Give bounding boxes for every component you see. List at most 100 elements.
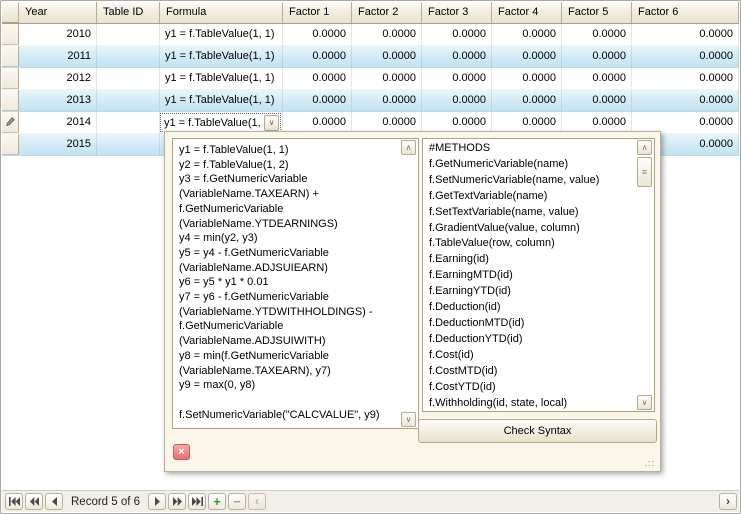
row-header-editing[interactable]: [2, 112, 19, 133]
prev-record-button[interactable]: [45, 493, 63, 510]
factor-cell[interactable]: 0.0000: [422, 24, 492, 45]
formula-editor-text[interactable]: y1 = f.TableValue(1, 1) y2 = f.TableValu…: [179, 143, 398, 424]
year-cell[interactable]: 2012: [19, 68, 97, 89]
factor-cell[interactable]: 0.0000: [283, 46, 352, 67]
method-item[interactable]: f.CostYTD(id): [423, 380, 636, 396]
table-id-cell[interactable]: [97, 134, 160, 155]
factor-cell[interactable]: 0.0000: [352, 90, 422, 111]
factor-cell[interactable]: 0.0000: [352, 24, 422, 45]
method-item[interactable]: f.DeductionMTD(id): [423, 316, 636, 332]
factor-cell[interactable]: 0.0000: [492, 90, 562, 111]
method-item[interactable]: f.EarningMTD(id): [423, 268, 636, 284]
method-item[interactable]: f.DeductionYTD(id): [423, 332, 636, 348]
last-record-button[interactable]: [188, 493, 206, 510]
formula-inline-editor[interactable]: y1 = f.TableValue(1,∨: [160, 113, 281, 132]
method-item[interactable]: f.Deduction(id): [423, 300, 636, 316]
column-header-factor-5[interactable]: Factor 5: [562, 2, 632, 23]
factor-cell[interactable]: 0.0000: [632, 112, 739, 133]
add-record-button[interactable]: +: [208, 493, 226, 510]
method-item[interactable]: f.GetNumericVariable(name): [423, 157, 636, 173]
factor-cell[interactable]: 0.0000: [492, 68, 562, 89]
scrollbar-thumb[interactable]: ≡: [637, 157, 652, 187]
delete-record-button[interactable]: −: [228, 493, 246, 510]
method-item[interactable]: f.CostMTD(id): [423, 364, 636, 380]
factor-cell[interactable]: 0.0000: [283, 68, 352, 89]
method-item[interactable]: f.Earning(id): [423, 252, 636, 268]
factor-cell[interactable]: 0.0000: [283, 112, 352, 133]
next-record-button[interactable]: [148, 493, 166, 510]
year-cell[interactable]: 2015: [19, 134, 97, 155]
row-header[interactable]: [2, 68, 19, 89]
method-item[interactable]: f.Cost(id): [423, 348, 636, 364]
factor-cell[interactable]: 0.0000: [632, 90, 739, 111]
formula-editor-value[interactable]: y1 = f.TableValue(1,: [161, 117, 264, 129]
horizontal-scroll-track[interactable]: [268, 493, 717, 510]
formula-cell-editing[interactable]: y1 = f.TableValue(1,∨: [160, 112, 283, 133]
scroll-left-button[interactable]: ‹: [248, 493, 266, 510]
table-row[interactable]: 2011y1 = f.TableValue(1, 1)0.00000.00000…: [2, 46, 739, 68]
column-header-factor-2[interactable]: Factor 2: [352, 2, 422, 23]
column-header-factor-1[interactable]: Factor 1: [283, 2, 352, 23]
year-cell[interactable]: 2014: [19, 112, 97, 133]
factor-cell[interactable]: 0.0000: [632, 46, 739, 67]
scroll-down-icon[interactable]: ∨: [401, 412, 416, 427]
table-id-cell[interactable]: [97, 24, 160, 45]
factor-cell[interactable]: 0.0000: [632, 68, 739, 89]
formula-editor-textarea[interactable]: y1 = f.TableValue(1, 1) y2 = f.TableValu…: [172, 138, 419, 429]
factor-cell[interactable]: 0.0000: [422, 68, 492, 89]
factor-cell[interactable]: 0.0000: [283, 90, 352, 111]
resize-grip[interactable]: .::: [644, 458, 655, 468]
factor-cell[interactable]: 0.0000: [352, 112, 422, 133]
formula-cell[interactable]: y1 = f.TableValue(1, 1): [160, 24, 283, 45]
year-cell[interactable]: 2013: [19, 90, 97, 111]
factor-cell[interactable]: 0.0000: [562, 68, 632, 89]
factor-cell[interactable]: 0.0000: [562, 112, 632, 133]
column-header-factor-6[interactable]: Factor 6: [632, 2, 739, 23]
formula-cell[interactable]: y1 = f.TableValue(1, 1): [160, 90, 283, 111]
column-header-factor-3[interactable]: Factor 3: [422, 2, 492, 23]
method-item[interactable]: f.SetTextVariable(name, value): [423, 205, 636, 221]
table-row[interactable]: 2012y1 = f.TableValue(1, 1)0.00000.00000…: [2, 68, 739, 90]
formula-cell[interactable]: y1 = f.TableValue(1, 1): [160, 68, 283, 89]
method-item[interactable]: f.Withholding(id, state, local): [423, 396, 636, 412]
factor-cell[interactable]: 0.0000: [352, 46, 422, 67]
dropdown-button[interactable]: ∨: [264, 115, 279, 131]
close-editor-button[interactable]: ×: [173, 444, 190, 460]
factor-cell[interactable]: 0.0000: [352, 68, 422, 89]
prev-page-button[interactable]: [25, 493, 43, 510]
row-header[interactable]: [2, 24, 19, 45]
factor-cell[interactable]: 0.0000: [562, 46, 632, 67]
factor-cell[interactable]: 0.0000: [492, 46, 562, 67]
scroll-right-button[interactable]: ›: [719, 493, 737, 510]
check-syntax-button[interactable]: Check Syntax: [418, 419, 657, 443]
factor-cell[interactable]: 0.0000: [422, 112, 492, 133]
factor-cell[interactable]: 0.0000: [492, 112, 562, 133]
table-row[interactable]: 2013y1 = f.TableValue(1, 1)0.00000.00000…: [2, 90, 739, 112]
year-cell[interactable]: 2011: [19, 46, 97, 67]
factor-cell[interactable]: 0.0000: [562, 90, 632, 111]
factor-cell[interactable]: 0.0000: [562, 24, 632, 45]
scroll-up-icon[interactable]: ∧: [637, 140, 652, 155]
methods-scrollbar[interactable]: ∧ ≡ ∨: [637, 140, 653, 410]
method-item[interactable]: #METHODS: [423, 141, 636, 157]
column-header-year[interactable]: Year: [19, 2, 97, 23]
row-header[interactable]: [2, 90, 19, 111]
scroll-down-icon[interactable]: ∨: [637, 395, 652, 410]
factor-cell[interactable]: 0.0000: [492, 24, 562, 45]
row-header[interactable]: [2, 134, 19, 155]
method-item[interactable]: f.TableValue(row, column): [423, 236, 636, 252]
column-header-formula[interactable]: Formula: [160, 2, 283, 23]
factor-cell[interactable]: 0.0000: [632, 24, 739, 45]
table-row[interactable]: 2010y1 = f.TableValue(1, 1)0.00000.00000…: [2, 24, 739, 46]
factor-cell[interactable]: 0.0000: [422, 90, 492, 111]
table-id-cell[interactable]: [97, 90, 160, 111]
scroll-up-icon[interactable]: ∧: [401, 140, 416, 155]
method-item[interactable]: f.GradientValue(value, column): [423, 221, 636, 237]
column-header-factor-4[interactable]: Factor 4: [492, 2, 562, 23]
year-cell[interactable]: 2010: [19, 24, 97, 45]
formula-cell[interactable]: y1 = f.TableValue(1, 1): [160, 46, 283, 67]
method-item[interactable]: f.SetNumericVariable(name, value): [423, 173, 636, 189]
row-header[interactable]: [2, 46, 19, 67]
method-item[interactable]: f.EarningYTD(id): [423, 284, 636, 300]
table-id-cell[interactable]: [97, 46, 160, 67]
